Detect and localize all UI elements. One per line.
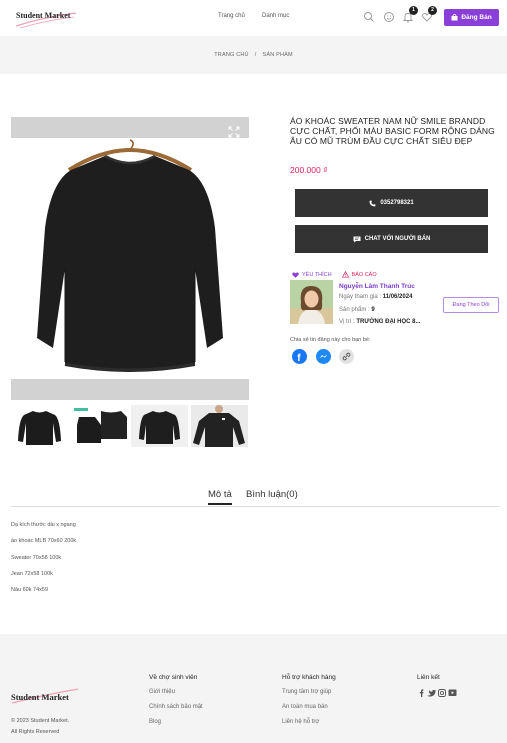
description-line: Sweater 70x58 100k (11, 555, 62, 561)
product-actions: YÊU THÍCH BÁO CÁO (292, 271, 377, 278)
footer-link-help-center[interactable]: Trung tâm trợ giúp (282, 689, 331, 695)
footer: Student Market © 2023 Student Market. Al… (0, 634, 507, 743)
seller-location-label: Vị trí : (339, 319, 355, 325)
messenger-icon[interactable] (316, 349, 331, 364)
bag-icon (451, 14, 458, 21)
footer-youtube-icon[interactable] (448, 689, 457, 697)
product-tabs: Mô tả Bình luận(0) (11, 485, 499, 507)
footer-social-icons (419, 689, 457, 697)
footer-rights: All Rights Reserved (11, 729, 60, 735)
header: Student Market Trang chủ Danh mục 1 2 Đă… (0, 0, 507, 36)
cart-badge: 2 (428, 6, 437, 15)
sweater-photo (11, 138, 249, 379)
product-price: 200.000 ₫ (290, 165, 328, 175)
seller-joined-label: Ngày tham gia : (339, 294, 382, 300)
seller-location: Vị trí : TRƯỜNG ĐẠI HỌC 8... (339, 319, 420, 325)
footer-facebook-icon[interactable] (419, 689, 424, 697)
footer-instagram-icon[interactable] (438, 689, 446, 697)
footer-link-safe-trading[interactable]: An toàn mua bán (282, 704, 328, 710)
thumbnail-3-image (131, 405, 188, 447)
seller-joined-value: 11/06/2024 (382, 294, 413, 300)
main-product-image[interactable] (11, 117, 249, 400)
description-line: áo khoác MLB 70x60 200k (11, 538, 77, 544)
tab-description[interactable]: Mô tả (208, 489, 232, 505)
thumbnail-4-image (191, 405, 248, 447)
description-line: Dạ kích thước dài x ngang (11, 522, 76, 528)
thumbnail-3[interactable] (131, 405, 188, 447)
chat-icon (353, 236, 361, 243)
description-line: Jean 72x58 100k (11, 571, 53, 577)
footer-link-blog[interactable]: Blog (149, 719, 161, 725)
seller-avatar-image (290, 280, 333, 324)
nav-categories[interactable]: Danh mục (262, 13, 289, 19)
footer-col2-title: Hỗ trợ khách hàng (282, 674, 336, 681)
footer-col3-title: Liên kết (417, 674, 440, 681)
footer-twitter-icon[interactable] (427, 689, 436, 697)
description-line: Nâu 60k 74x59 (11, 587, 48, 593)
seller-products-value: 9 (371, 307, 375, 313)
seller-avatar[interactable] (290, 280, 333, 324)
chat-seller-button[interactable]: CHAT VỚI NGƯỜI BÁN (295, 225, 488, 253)
footer-logo[interactable]: Student Market (11, 692, 69, 702)
thumbnail-1[interactable] (11, 405, 68, 447)
nav-home[interactable]: Trang chủ (218, 13, 245, 19)
thumbnail-2[interactable] (71, 405, 128, 447)
footer-col1-title: Về chợ sinh viên (149, 674, 198, 681)
notification-badge: 1 (409, 6, 418, 15)
sell-button-label: Đăng Bán (461, 14, 492, 21)
phone-icon (369, 200, 376, 206)
search-icon[interactable] (363, 11, 375, 23)
footer-link-about[interactable]: Giới thiệu (149, 689, 175, 695)
facebook-icon[interactable]: f (292, 349, 307, 364)
expand-icon[interactable] (228, 126, 240, 138)
copy-link-icon[interactable] (339, 349, 354, 364)
seller-name[interactable]: Nguyễn Lâm Thanh Trúc (339, 283, 415, 290)
seller-products: Sản phẩm : 9 (339, 307, 375, 313)
follow-button[interactable]: Đang Theo Dõi (443, 297, 499, 313)
footer-link-privacy[interactable]: Chính sách bảo mật (149, 704, 203, 710)
logo[interactable]: Student Market (16, 11, 70, 20)
product-title: ÁO KHOÁC SWEATER NAM NỮ SMILE BRANDD CỰC… (290, 116, 495, 146)
warning-icon (341, 271, 349, 278)
thumbnail-2-image (71, 405, 128, 447)
breadcrumb-home[interactable]: TRANG CHỦ (214, 52, 249, 58)
breadcrumb-separator: / (254, 52, 257, 58)
seller-location-value: TRƯỜNG ĐẠI HỌC 8... (356, 319, 421, 325)
breadcrumb: TRANG CHỦ / SẢN PHẨM (0, 36, 507, 74)
chat-button-label: CHAT VỚI NGƯỜI BÁN (364, 236, 431, 242)
tab-comments[interactable]: Bình luận(0) (246, 489, 298, 500)
breadcrumb-current: SẢN PHẨM (262, 52, 293, 58)
sell-button[interactable]: Đăng Bán (444, 9, 499, 26)
seller-products-label: Sản phẩm : (339, 307, 370, 313)
thumbnail-strip (11, 405, 249, 447)
svg-text:f: f (297, 353, 301, 364)
like-label: YÊU THÍCH (302, 271, 332, 278)
report-label: BÁO CÁO (351, 271, 377, 278)
phone-number: 0352798321 (380, 200, 414, 206)
phone-button[interactable]: 0352798321 (295, 189, 488, 217)
heart-filled-icon (292, 271, 299, 278)
thumbnail-4[interactable] (191, 405, 248, 447)
report-action[interactable]: BÁO CÁO (341, 271, 377, 278)
footer-link-contact[interactable]: Liên hệ hỗ trợ (282, 719, 319, 725)
footer-copyright: © 2023 Student Market. (11, 718, 70, 724)
like-action[interactable]: YÊU THÍCH (292, 271, 332, 278)
seller-joined: Ngày tham gia : 11/06/2024 (339, 294, 412, 300)
thumbnail-1-image (11, 405, 68, 447)
user-icon[interactable] (383, 11, 395, 23)
share-text: Chia sẻ tin đăng này cho bạn bè: (290, 337, 371, 343)
